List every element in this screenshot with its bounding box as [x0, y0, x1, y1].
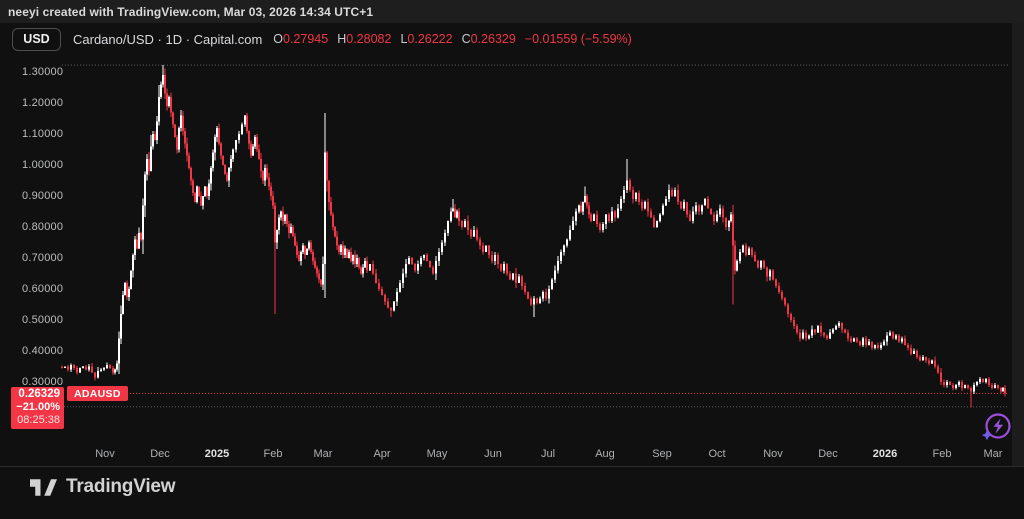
time-axis-label: Feb: [932, 448, 952, 460]
last-price-value: 0.26329: [18, 388, 60, 401]
time-axis-label: Nov: [95, 448, 115, 460]
tradingview-logo-icon: [30, 478, 57, 496]
tradingview-logo-text: TradingView: [66, 476, 176, 497]
time-axis-label: 2025: [204, 448, 230, 460]
time-axis-label: Apr: [373, 448, 391, 460]
sparkle-icon: [981, 430, 993, 441]
time-axis-label: Jul: [540, 448, 556, 460]
bar-countdown: 08:25:38: [17, 414, 60, 427]
candlestick-series: [61, 65, 1006, 408]
time-axis-label: Feb: [263, 448, 283, 460]
price-axis-label: 0.80000: [22, 220, 64, 233]
price-axis-label: 1.10000: [22, 127, 64, 140]
price-axis-label: 0.60000: [22, 282, 64, 295]
symbol-title[interactable]: Cardano/USD · 1D · Capital.com: [73, 32, 262, 47]
attribution-text: neeyi created with TradingView.com, Mar …: [8, 4, 374, 19]
ohlc-close: C0.26329: [461, 32, 516, 46]
attribution-bar: neeyi created with TradingView.com, Mar …: [0, 0, 1024, 23]
time-axis-label: 2026: [872, 448, 898, 460]
time-axis-label: Dec: [150, 448, 170, 460]
price-axis-label: 0.40000: [22, 344, 64, 357]
time-axis-label: Mar: [983, 448, 1003, 460]
chart-bottom-border: [0, 466, 1024, 467]
price-axis-label: 1.30000: [22, 65, 64, 78]
time-axis-label: Mar: [313, 448, 333, 460]
price-axis-label: 0.90000: [22, 189, 64, 202]
price-axis-label: 0.50000: [22, 313, 64, 326]
time-axis-label: Jun: [484, 448, 502, 460]
last-price-label: 0.26329 −21.00% 08:25:38: [11, 387, 64, 430]
ohlc-open: O0.27945: [273, 32, 329, 46]
candlestick-chart[interactable]: [0, 0, 1024, 470]
change-readout: −0.01559 (−5.59%): [524, 32, 632, 46]
spark-icon: [981, 413, 1011, 441]
price-axis-label: 1.00000: [22, 158, 64, 171]
ohlc-high: H0.28082: [337, 32, 392, 46]
right-gutter: [1012, 23, 1024, 466]
price-axis-label: 0.70000: [22, 251, 64, 264]
lightning-bolt-icon: [993, 418, 1004, 434]
price-axis-label: 1.20000: [22, 96, 64, 109]
ohlc-low: L0.26222: [400, 32, 453, 46]
time-axis-label: Dec: [818, 448, 838, 460]
tradingview-logo[interactable]: TradingView: [30, 476, 176, 498]
time-axis-label: Nov: [763, 448, 783, 460]
time-axis-label: Aug: [595, 448, 615, 460]
time-axis-label: Oct: [708, 448, 726, 460]
currency-button[interactable]: USD: [12, 27, 61, 51]
time-axis-label: May: [426, 448, 448, 460]
symbol-tag: ADAUSD: [67, 386, 128, 402]
last-price-change: −21.00%: [16, 401, 60, 414]
chart-legend: USD Cardano/USD · 1D · Capital.com O0.27…: [0, 26, 1010, 52]
time-axis-label: Sep: [652, 448, 672, 460]
